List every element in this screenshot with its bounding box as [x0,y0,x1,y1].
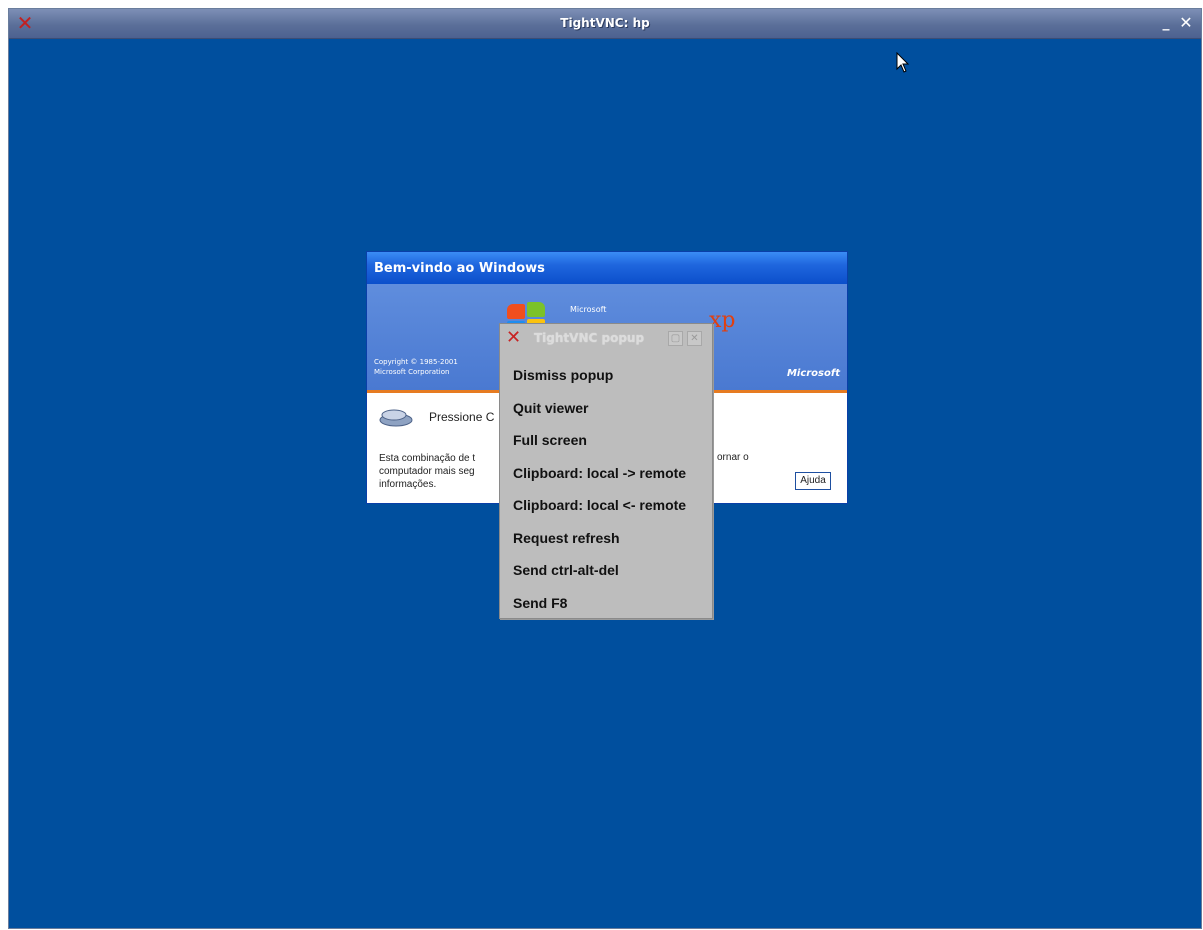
minimize-icon[interactable]: _ [1157,14,1175,32]
copyright-line-2: Microsoft Corporation [374,368,450,376]
tightvnc-popup: ✕ TightVNC popup ▢ ✕ Dismiss popup Quit … [499,323,713,619]
menu-item-clipboard-local-to-remote[interactable]: Clipboard: local -> remote [500,457,712,490]
menu-item-full-screen[interactable]: Full screen [500,424,712,457]
copyright-text: Copyright © 1985-2001 Microsoft Corporat… [374,357,458,377]
menu-item-send-ctrl-alt-del[interactable]: Send ctrl-alt-del [500,554,712,587]
popup-menu: Dismiss popup Quit viewer Full screen Cl… [500,359,712,619]
dialog-title: Bem-vindo ao Windows [374,261,545,276]
dialog-body-text: Esta combinação de t computador mais seg… [379,453,476,490]
vnc-viewer-window: ✕ TightVNC: hp _ ✕ Bem-vindo ao Windows … [8,8,1202,929]
close-icon[interactable]: ✕ [687,331,702,346]
vnc-window-title: TightVNC: hp [560,16,650,30]
menu-item-send-f8[interactable]: Send F8 [500,587,712,620]
dialog-body-text-right: ornar o [717,452,749,463]
vnc-titlebar[interactable]: ✕ TightVNC: hp _ ✕ [9,9,1201,39]
press-instruction: Pressione C [429,410,495,424]
copyright-line-1: Copyright © 1985-2001 [374,358,458,366]
menu-item-quit-viewer[interactable]: Quit viewer [500,392,712,425]
menu-item-dismiss-popup[interactable]: Dismiss popup [500,359,712,392]
menu-item-clipboard-remote-to-local[interactable]: Clipboard: local <- remote [500,489,712,522]
tightvnc-x-icon[interactable]: ✕ [506,328,524,348]
maximize-icon[interactable]: ▢ [668,331,683,346]
menu-item-request-refresh[interactable]: Request refresh [500,522,712,555]
popup-title: TightVNC popup [534,331,645,345]
popup-titlebar[interactable]: ✕ TightVNC popup ▢ ✕ [500,324,712,352]
keyboard-icon [379,409,413,427]
microsoft-logo: Microsoft [786,368,840,379]
microsoft-small-label: Microsoft [570,305,607,314]
dialog-titlebar: Bem-vindo ao Windows [367,252,847,284]
close-icon[interactable]: ✕ [1177,14,1195,32]
mouse-cursor-icon [896,52,910,73]
help-button[interactable]: Ajuda [795,472,831,490]
